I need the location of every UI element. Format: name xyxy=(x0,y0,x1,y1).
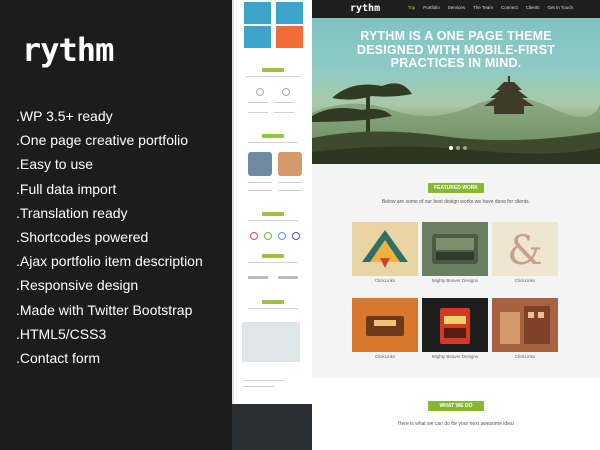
what-we-do-section xyxy=(312,378,600,450)
top-nav: rythm Top Portfolio Services The Team Co… xyxy=(312,0,600,18)
text-line xyxy=(248,308,298,309)
portfolio-item[interactable] xyxy=(492,298,558,352)
mobile-page-preview xyxy=(232,0,312,450)
hero-title-line: PRACTICES IN MIND. xyxy=(390,56,522,70)
text-line xyxy=(244,380,284,381)
section-pill xyxy=(262,254,284,258)
what-we-do-heading: WHAT WE DO xyxy=(428,401,484,411)
text-line xyxy=(248,102,268,103)
feature-item: .Easy to use xyxy=(16,156,94,173)
feature-item: .Made with Twitter Bootstrap xyxy=(16,301,193,318)
portfolio-caption: ClickLinks xyxy=(374,354,396,359)
hero-slider: RYTHM IS A ONE PAGE THEME DESIGNED WITH … xyxy=(312,18,600,164)
portfolio-thumbnail xyxy=(492,298,558,352)
social-icon xyxy=(292,232,300,240)
text-line xyxy=(246,76,300,77)
text-line xyxy=(248,142,298,143)
text-line xyxy=(278,182,302,183)
feature-list: .WP 3.5+ ready .One page creative portfo… xyxy=(16,104,203,370)
service-tile xyxy=(244,2,271,24)
portfolio-item[interactable] xyxy=(352,222,418,276)
portfolio-thumbnail: & xyxy=(492,222,558,276)
portfolio-item[interactable]: & xyxy=(492,222,558,276)
preview-footer xyxy=(232,404,312,450)
text-line xyxy=(248,182,272,183)
portfolio-caption: ClickLinks xyxy=(514,278,536,283)
social-icon xyxy=(264,232,272,240)
text-line xyxy=(274,112,294,113)
text-line xyxy=(248,262,298,263)
feature-panel: rythm .WP 3.5+ ready .One page creative … xyxy=(0,0,232,450)
service-tile xyxy=(276,2,303,24)
portfolio-caption: Mighty Beaver Designs xyxy=(431,354,479,359)
client-logo xyxy=(248,276,268,279)
svg-text:&: & xyxy=(507,228,543,274)
portfolio-thumbnail xyxy=(422,222,488,276)
nav-item-top[interactable]: Top xyxy=(404,5,419,10)
nav-menu: Top Portfolio Services The Team Connect … xyxy=(404,5,577,10)
social-icon xyxy=(250,232,258,240)
text-line xyxy=(274,102,294,103)
what-we-do-subtitle: Here is what we can do for your next awe… xyxy=(397,421,515,427)
section-pill xyxy=(262,134,284,138)
portfolio-caption: ClickLinks xyxy=(514,354,536,359)
nav-item-team[interactable]: The Team xyxy=(469,5,497,10)
team-avatar xyxy=(248,152,272,176)
portfolio-item[interactable] xyxy=(422,222,488,276)
hero-title-line: RYTHM IS A ONE PAGE THEME xyxy=(360,29,552,43)
nav-item-connect[interactable]: Connect xyxy=(497,5,522,10)
desktop-site-preview: rythm Top Portfolio Services The Team Co… xyxy=(312,0,600,450)
nav-logo[interactable]: rythm xyxy=(350,3,380,14)
featured-work-heading: FEATURED WORK xyxy=(428,183,484,193)
feature-item: .WP 3.5+ ready xyxy=(16,108,113,124)
text-line xyxy=(244,386,274,387)
feature-item: .Contact form xyxy=(16,349,101,366)
feature-item: .Shortcodes powered xyxy=(16,228,149,245)
portfolio-item[interactable] xyxy=(352,298,418,352)
hero-title-line: DESIGNED WITH MOBILE-FIRST xyxy=(356,42,556,57)
slider-dot[interactable] xyxy=(456,146,460,150)
slider-pagination xyxy=(449,146,467,150)
text-line xyxy=(248,112,268,113)
section-pill xyxy=(262,300,284,304)
text-line xyxy=(248,190,272,191)
portfolio-caption: Mighty Beaver Designs xyxy=(431,278,479,283)
service-icon xyxy=(256,88,264,96)
section-pill xyxy=(262,68,284,72)
feature-item: .HTML5/CSS3 xyxy=(16,325,107,342)
featured-work-subtitle: Below are some of our best design works … xyxy=(381,199,531,205)
feature-item: .Responsive design xyxy=(16,277,139,294)
section-pill xyxy=(262,212,284,216)
portfolio-thumbnail xyxy=(352,222,418,276)
brand-logo: rythm xyxy=(22,31,114,69)
portfolio-item[interactable] xyxy=(422,298,488,352)
feature-item: .Translation ready xyxy=(16,204,128,221)
nav-item-services[interactable]: Services xyxy=(444,5,469,10)
team-avatar xyxy=(278,152,302,176)
service-icon xyxy=(282,88,290,96)
feature-item: .Full data import xyxy=(16,180,117,197)
portfolio-thumbnail xyxy=(352,298,418,352)
service-tile xyxy=(244,26,271,48)
hero-title: RYTHM IS A ONE PAGE THEME DESIGNED WITH … xyxy=(312,29,600,71)
nav-item-portfolio[interactable]: Portfolio xyxy=(419,5,444,10)
nav-item-clients[interactable]: Clients xyxy=(522,5,544,10)
client-logo xyxy=(278,276,298,279)
nav-item-get-in-touch[interactable]: Get In Touch xyxy=(544,5,577,10)
slider-dot[interactable] xyxy=(463,146,467,150)
portfolio-thumbnail xyxy=(422,298,488,352)
service-tile xyxy=(276,26,303,48)
map-thumbnail xyxy=(242,322,300,362)
text-line xyxy=(278,190,302,191)
portfolio-caption: ClickLinks xyxy=(374,278,396,283)
preview-sheet xyxy=(234,0,312,404)
text-line xyxy=(248,220,298,221)
slider-dot[interactable] xyxy=(449,146,453,150)
feature-item: .Ajax portfolio item description xyxy=(16,253,203,270)
feature-item: .One page creative portfolio xyxy=(16,132,188,149)
social-icon xyxy=(278,232,286,240)
